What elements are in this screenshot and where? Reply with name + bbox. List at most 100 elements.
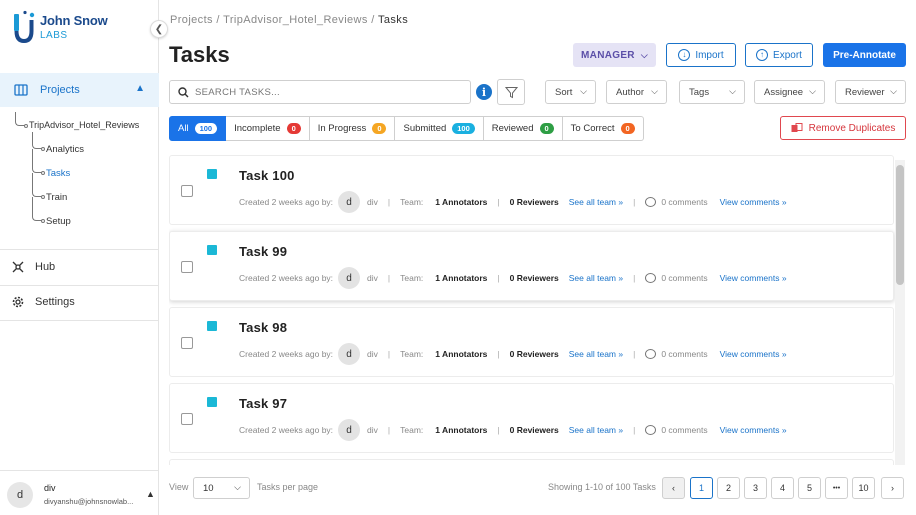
page-number: 10 — [858, 483, 869, 493]
page-number: 4 — [779, 483, 785, 493]
user-menu[interactable]: d div divyanshu@johnsnowlab... ▲ — [0, 470, 159, 515]
view-comments-link[interactable]: View comments » — [720, 197, 787, 207]
page-button-4[interactable]: 4 — [771, 477, 794, 499]
tab-reviewed[interactable]: Reviewed 0 — [483, 116, 563, 141]
prev-page-button[interactable]: ‹ — [662, 477, 685, 499]
annotators-count: 1 Annotators — [435, 197, 488, 207]
tree-connector — [32, 149, 42, 173]
duplicate-icon — [791, 123, 803, 132]
separator: | — [387, 197, 391, 207]
breadcrumb: Projects / TripAdvisor_Hotel_Reviews / T… — [170, 14, 408, 26]
view-comments-link[interactable]: View comments » — [720, 349, 787, 359]
manager-role-dropdown[interactable]: MANAGER ⌵ — [573, 43, 656, 67]
task-title[interactable]: Task 97 — [239, 396, 287, 411]
task-checkbox[interactable] — [181, 337, 193, 349]
chevron-left-icon: ❮ — [154, 23, 164, 35]
breadcrumb-separator: / — [212, 14, 224, 26]
tree-project-name[interactable]: TripAdvisor_Hotel_Reviews — [29, 120, 139, 130]
comment-icon — [645, 273, 657, 283]
task-card[interactable] — [169, 459, 894, 465]
info-icon[interactable]: i — [476, 84, 492, 100]
logo-icon — [14, 10, 35, 44]
task-card[interactable]: Task 97 Created 2 weeks ago by: d div | … — [169, 383, 894, 453]
page-button-10[interactable]: 10 — [852, 477, 875, 499]
task-checkbox[interactable] — [181, 185, 193, 197]
sidebar-item-tasks[interactable]: Tasks — [46, 168, 70, 179]
assignee-dropdown[interactable]: Assignee ⌵ — [754, 80, 825, 104]
team-label: Team: — [400, 273, 424, 283]
chevron-down-icon: ⌵ — [640, 49, 648, 60]
view-comments-link[interactable]: View comments » — [720, 425, 787, 435]
task-color-marker — [207, 245, 217, 255]
tags-label: Tags — [689, 86, 710, 98]
count-badge: 0 — [286, 123, 301, 134]
author-dropdown[interactable]: Author ⌵ — [606, 80, 667, 104]
reviewers-count: 0 Reviewers — [509, 273, 559, 283]
tab-incomplete[interactable]: Incomplete 0 — [226, 116, 310, 141]
hub-icon — [12, 261, 24, 273]
export-button[interactable]: ↑ Export — [745, 43, 813, 67]
tab-to-correct[interactable]: To Correct 0 — [562, 116, 644, 141]
upload-icon: ↑ — [756, 49, 769, 61]
sidebar-item-projects[interactable]: Projects ▲ — [0, 73, 159, 107]
see-all-team-link[interactable]: See all team » — [569, 425, 623, 435]
created-text: Created 2 weeks ago by: — [239, 273, 334, 283]
tags-dropdown[interactable]: Tags ⌵ — [679, 80, 745, 104]
tab-submitted[interactable]: Submitted 100 — [395, 116, 484, 141]
task-card[interactable]: Task 98 Created 2 weeks ago by: d div | … — [169, 307, 894, 377]
user-name: div — [44, 483, 56, 493]
tab-all[interactable]: All 100 — [169, 116, 227, 141]
separator: | — [633, 425, 636, 435]
task-color-marker — [207, 321, 217, 331]
search-box[interactable] — [169, 80, 471, 104]
sidebar-item-analytics[interactable]: Analytics — [46, 144, 84, 155]
breadcrumb-project[interactable]: TripAdvisor_Hotel_Reviews — [223, 14, 368, 26]
filter-button[interactable] — [497, 79, 525, 105]
sidebar-item-settings[interactable]: Settings — [11, 295, 75, 309]
task-card[interactable]: Task 99 Created 2 weeks ago by: d div | … — [169, 231, 894, 301]
tab-in-progress[interactable]: In Progress 0 — [309, 116, 396, 141]
import-button[interactable]: ↓ Import — [666, 43, 736, 67]
search-input[interactable] — [195, 86, 445, 98]
reviewer-dropdown[interactable]: Reviewer ⌵ — [835, 80, 906, 104]
pre-annotate-button[interactable]: Pre-Annotate — [823, 43, 906, 67]
see-all-team-link[interactable]: See all team » — [569, 273, 623, 283]
count-badge: 100 — [452, 123, 475, 134]
task-title[interactable]: Task 100 — [239, 168, 295, 183]
remove-duplicates-button[interactable]: Remove Duplicates — [780, 116, 906, 140]
chevron-up-icon[interactable]: ▲ — [146, 489, 155, 499]
brand-name: John Snow — [40, 13, 108, 28]
author-name: div — [367, 197, 378, 207]
task-checkbox[interactable] — [181, 261, 193, 273]
separator: | — [633, 349, 636, 359]
task-checkbox[interactable] — [181, 413, 193, 425]
chevron-up-icon[interactable]: ▲ — [135, 83, 145, 94]
sidebar-item-train[interactable]: Train — [46, 192, 67, 203]
page-button-5[interactable]: 5 — [798, 477, 821, 499]
per-page-select[interactable]: 10 ⌵ — [193, 477, 250, 499]
chevron-down-icon: ⌵ — [651, 86, 658, 96]
collapse-sidebar-button[interactable]: ❮ — [150, 20, 168, 38]
import-label: Import — [695, 49, 724, 61]
next-page-button[interactable]: › — [881, 477, 904, 499]
count-badge: 0 — [372, 123, 387, 134]
sidebar-item-hub[interactable]: Hub — [11, 260, 55, 274]
see-all-team-link[interactable]: See all team » — [569, 349, 623, 359]
see-all-team-link[interactable]: See all team » — [569, 197, 623, 207]
projects-icon — [14, 84, 28, 96]
avatar: d — [338, 419, 361, 441]
page-button-3[interactable]: 3 — [744, 477, 767, 499]
view-comments-link[interactable]: View comments » — [720, 273, 787, 283]
sidebar-item-setup[interactable]: Setup — [46, 216, 71, 227]
page-button-1[interactable]: 1 — [690, 477, 713, 499]
task-title[interactable]: Task 99 — [239, 244, 287, 259]
task-card[interactable]: Task 100 Created 2 weeks ago by: d div |… — [169, 155, 894, 225]
scrollbar-thumb[interactable] — [896, 165, 904, 285]
page-button-2[interactable]: 2 — [717, 477, 740, 499]
remove-duplicates-label: Remove Duplicates — [808, 122, 896, 134]
sort-dropdown[interactable]: Sort ⌵ — [545, 80, 596, 104]
task-title[interactable]: Task 98 — [239, 320, 287, 335]
breadcrumb-projects[interactable]: Projects — [170, 14, 213, 26]
brand-logo[interactable]: John Snow LABS — [12, 10, 122, 46]
page-ellipsis-button[interactable]: ••• — [825, 477, 848, 499]
